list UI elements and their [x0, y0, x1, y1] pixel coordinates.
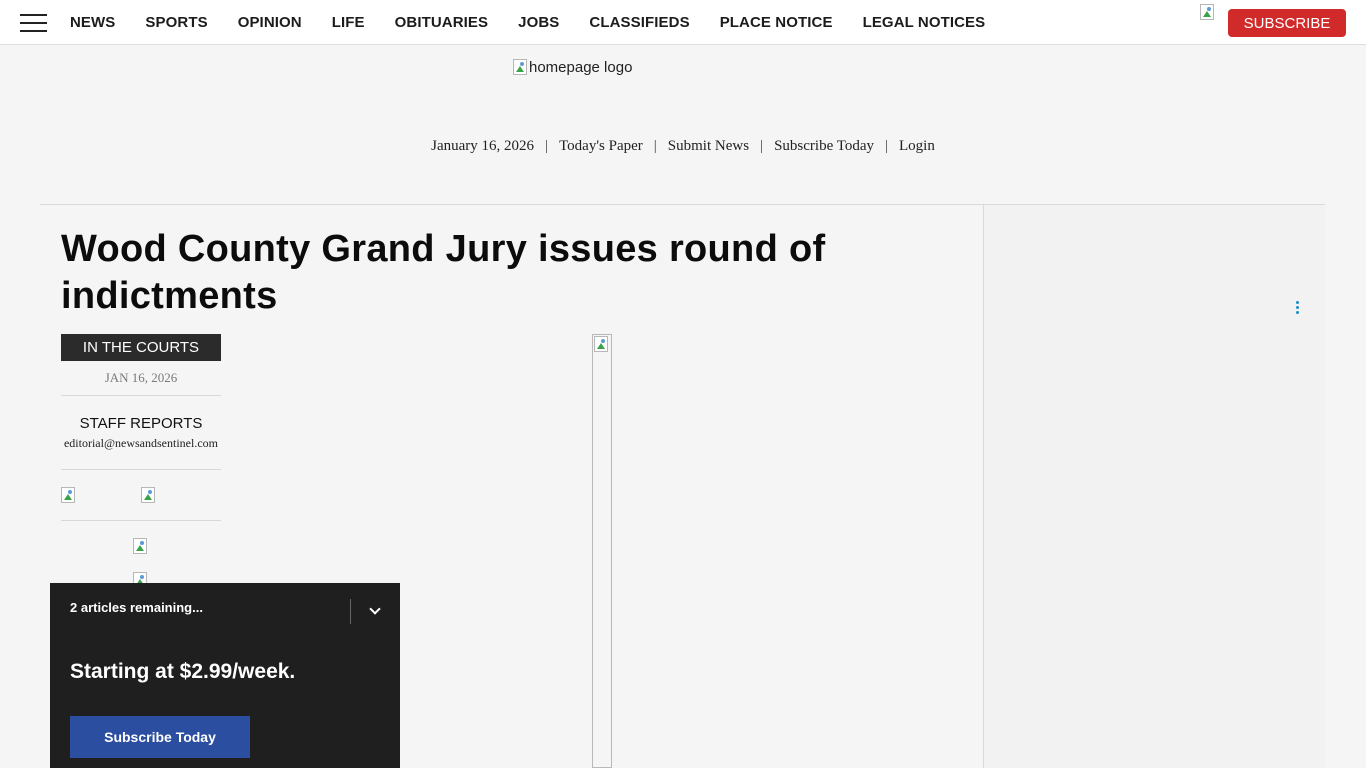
separator: | — [760, 137, 764, 154]
subscribe-today-link[interactable]: Subscribe Today — [774, 138, 874, 155]
nav-link-opinion[interactable]: OPINION — [238, 14, 302, 31]
broken-image-icon — [513, 59, 527, 75]
separator: | — [653, 137, 657, 154]
subscribe-button[interactable]: SUBSCRIBE — [1228, 9, 1346, 37]
nav-link-place-notice[interactable]: PLACE NOTICE — [720, 14, 833, 31]
articles-remaining: 2 articles remaining... — [70, 600, 203, 615]
publish-date: JAN 16, 2026 — [61, 370, 221, 396]
ad-options-icon[interactable] — [1294, 301, 1302, 315]
share-email-icon[interactable] — [133, 538, 147, 554]
meter-subscribe-button[interactable]: Subscribe Today — [70, 716, 250, 758]
submit-news-link[interactable]: Submit News — [668, 138, 749, 155]
primary-nav: NEWS SPORTS OPINION LIFE OBITUARIES JOBS… — [70, 0, 985, 45]
share-facebook-icon[interactable] — [61, 487, 75, 503]
nav-link-sports[interactable]: SPORTS — [145, 14, 207, 31]
subscription-price: Starting at $2.99/week. — [70, 660, 296, 683]
author-name: STAFF REPORTS — [79, 415, 203, 432]
nav-link-life[interactable]: LIFE — [332, 14, 365, 31]
nav-link-obituaries[interactable]: OBITUARIES — [395, 14, 489, 31]
article-main-image[interactable] — [592, 334, 612, 768]
separator: | — [545, 137, 549, 154]
share-twitter-icon[interactable] — [141, 487, 155, 503]
homepage-logo[interactable]: homepage logo — [513, 57, 632, 77]
paywall-meter: 2 articles remaining... Starting at $2.9… — [50, 583, 400, 768]
hamburger-menu-icon[interactable] — [20, 14, 47, 32]
nav-link-jobs[interactable]: JOBS — [518, 14, 559, 31]
nav-link-classifieds[interactable]: CLASSIFIEDS — [589, 14, 689, 31]
broken-image-icon — [594, 336, 608, 352]
top-navigation-bar: NEWS SPORTS OPINION LIFE OBITUARIES JOBS… — [0, 0, 1366, 45]
broken-image-icon[interactable] — [1200, 4, 1214, 20]
article-byline-column: IN THE COURTS JAN 16, 2026 STAFF REPORTS… — [61, 334, 221, 588]
section-tag[interactable]: IN THE COURTS — [61, 334, 221, 361]
meter-divider — [350, 599, 351, 624]
current-date: January 16, 2026 — [431, 137, 535, 154]
nav-link-news[interactable]: NEWS — [70, 14, 115, 31]
masthead-utility-bar: January 16, 2026 | Today's Paper | Submi… — [0, 136, 1366, 156]
article-headline: Wood County Grand Jury issues round of i… — [61, 228, 826, 317]
nav-link-legal-notices[interactable]: LEGAL NOTICES — [863, 14, 986, 31]
todays-paper-link[interactable]: Today's Paper — [559, 138, 643, 155]
author-email-link[interactable]: editorial@newsandsentinel.com — [61, 436, 221, 470]
share-buttons-row — [61, 470, 221, 521]
login-link[interactable]: Login — [899, 138, 935, 155]
separator: | — [885, 137, 889, 154]
right-rail-ad — [983, 205, 1325, 768]
logo-alt-text: homepage logo — [529, 58, 633, 76]
chevron-down-icon[interactable] — [368, 603, 382, 617]
